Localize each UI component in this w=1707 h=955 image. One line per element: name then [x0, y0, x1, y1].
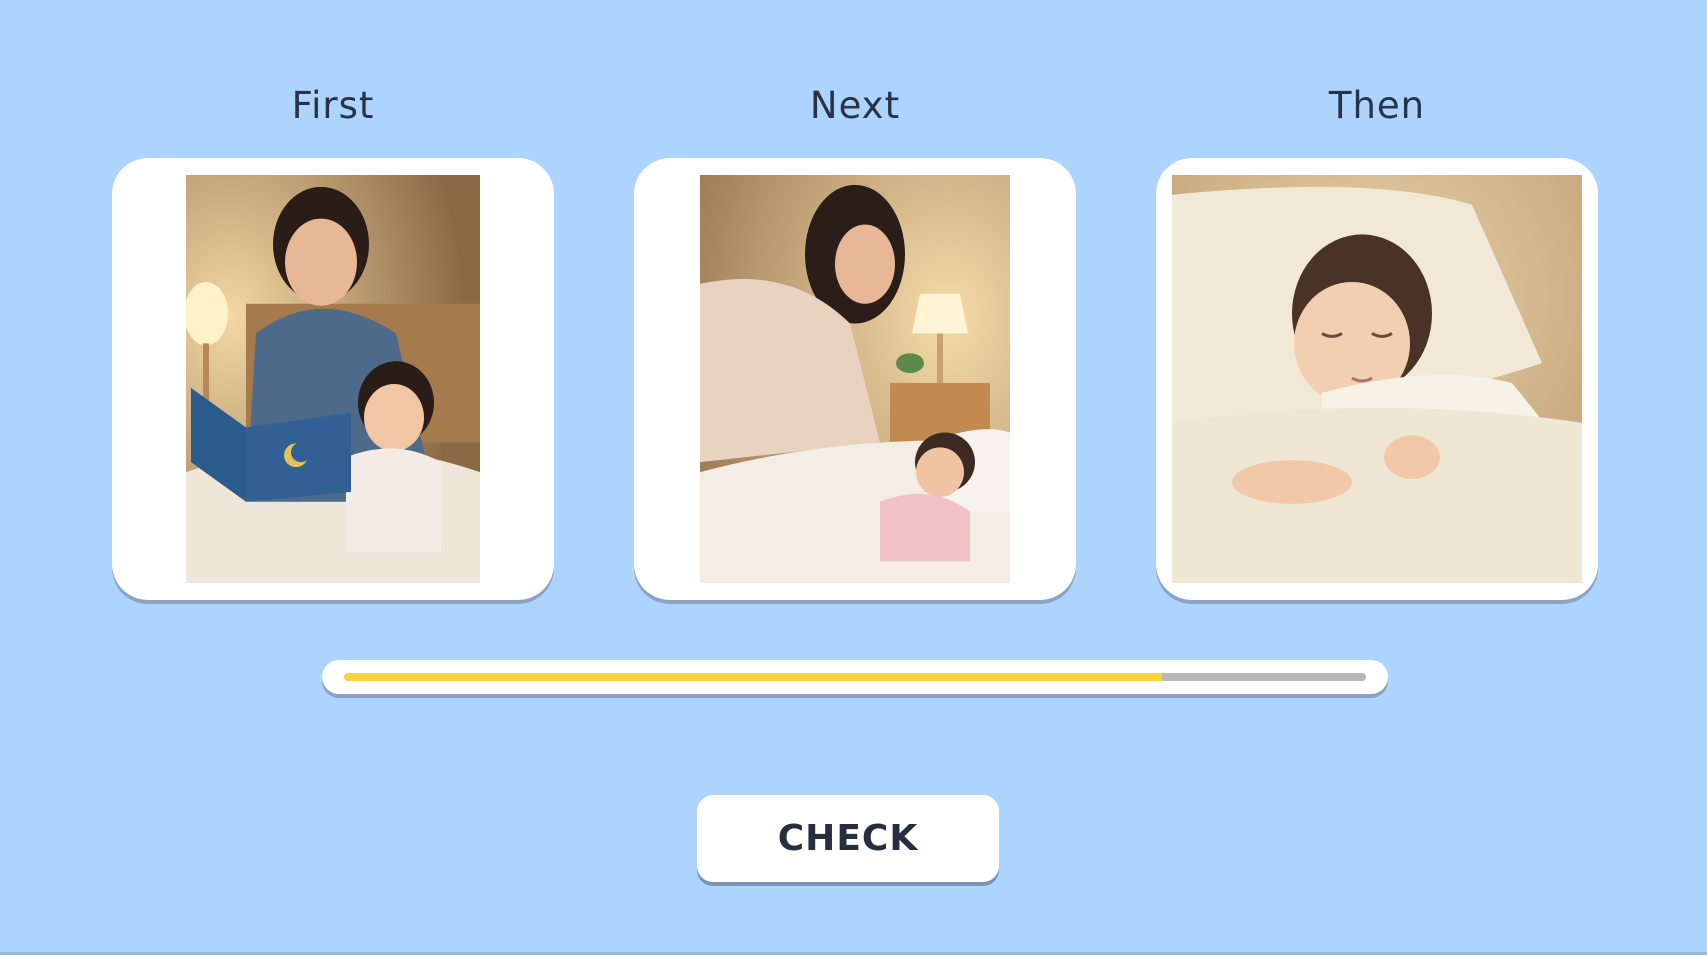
photo-reading-bedtime-story [186, 175, 480, 583]
photo-tucking-child-into-bed [700, 175, 1010, 583]
story-card-tucking-in[interactable] [634, 158, 1076, 600]
slot-label-next: Next [809, 84, 901, 127]
photo-child-sleeping [1172, 175, 1582, 583]
check-button[interactable]: CHECK [697, 795, 999, 882]
story-card-sleeping[interactable] [1156, 158, 1598, 600]
progress-bar [322, 660, 1388, 694]
story-card-reading[interactable] [112, 158, 554, 600]
slot-label-first: First [291, 84, 375, 127]
activity-stage: First Next Then CHECK [0, 0, 1707, 955]
slot-label-then: Then [1328, 84, 1426, 127]
progress-fill [344, 673, 1162, 681]
progress-rail [344, 673, 1366, 681]
